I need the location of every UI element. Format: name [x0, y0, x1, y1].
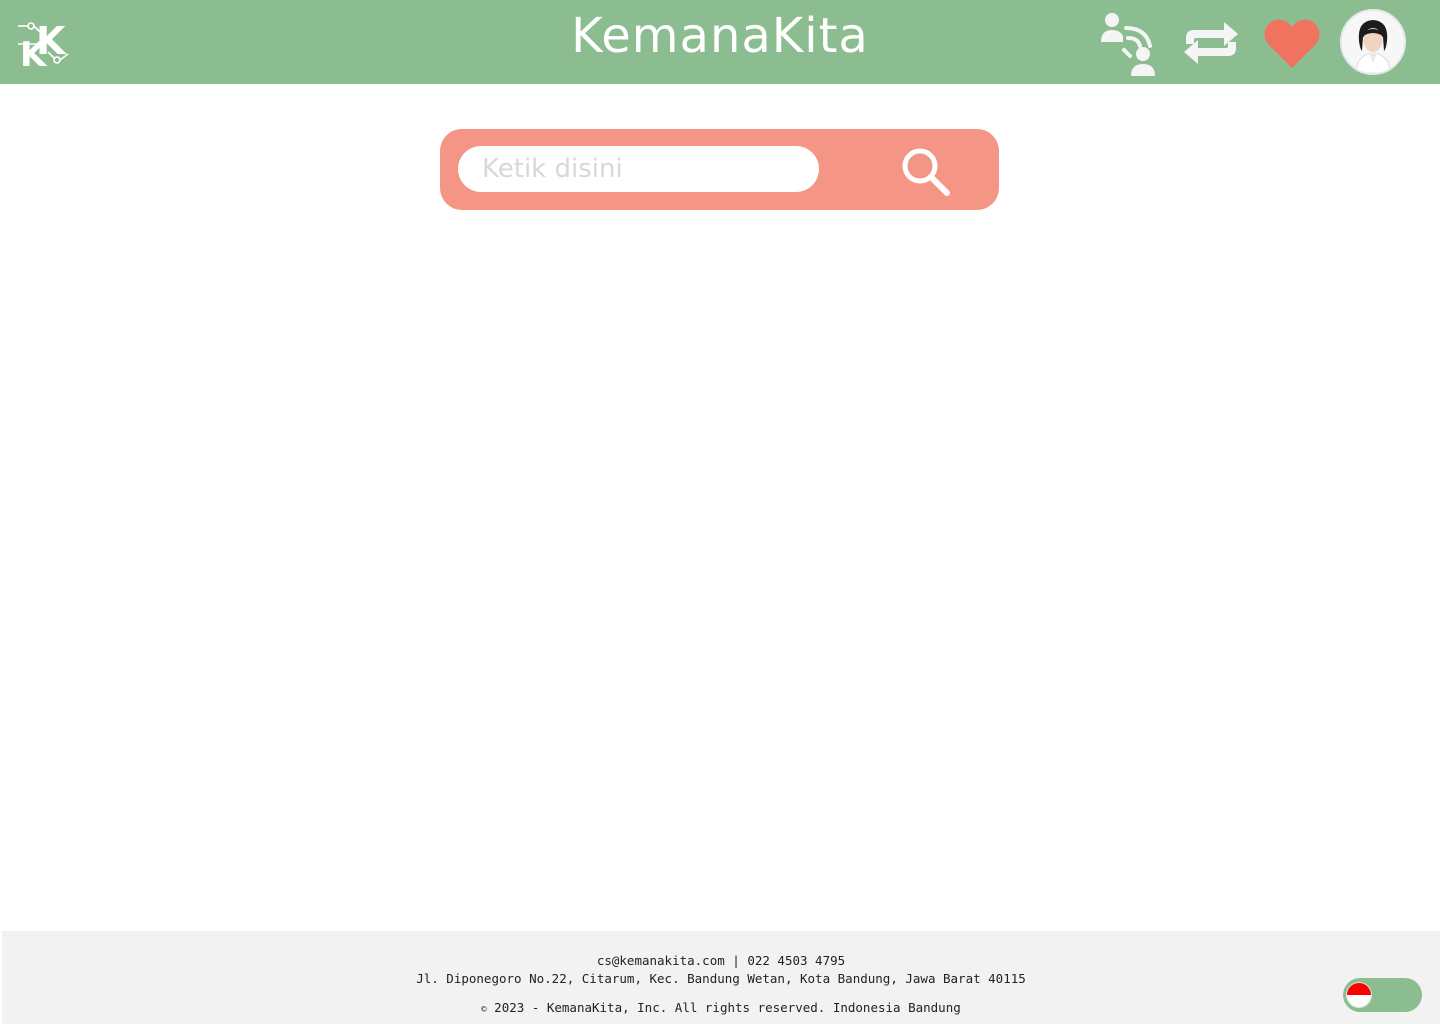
search-bar	[440, 129, 999, 210]
copyright-text: 2023 - KemanaKita, Inc. All rights reser…	[494, 1000, 961, 1015]
search-icon	[902, 148, 950, 196]
page-footer: cs@kemanakita.com | 022 4503 4795 Jl. Di…	[2, 931, 1440, 1024]
svg-text:K: K	[36, 19, 67, 63]
language-toggle[interactable]	[1343, 978, 1422, 1012]
footer-address: Jl. Diponegoro No.22, Citarum, Kec. Band…	[416, 971, 1026, 986]
heart-icon[interactable]	[1259, 10, 1325, 76]
search-button[interactable]	[895, 141, 955, 201]
user-avatar[interactable]	[1340, 9, 1406, 75]
swap-arrows-icon[interactable]	[1178, 10, 1244, 76]
indonesia-flag-icon	[1346, 982, 1372, 1008]
top-navigation-bar: K K KemanaKita	[0, 0, 1440, 84]
footer-contact: cs@kemanakita.com | 022 4503 4795	[596, 953, 846, 968]
copyright-symbol: ©	[481, 1005, 487, 1015]
kemanakita-logo-icon[interactable]: K K	[14, 14, 70, 75]
users-connect-icon[interactable]	[1098, 10, 1164, 76]
search-input[interactable]	[458, 146, 819, 192]
footer-copyright: © 2023 - KemanaKita, Inc. All rights res…	[2, 1000, 1440, 1015]
